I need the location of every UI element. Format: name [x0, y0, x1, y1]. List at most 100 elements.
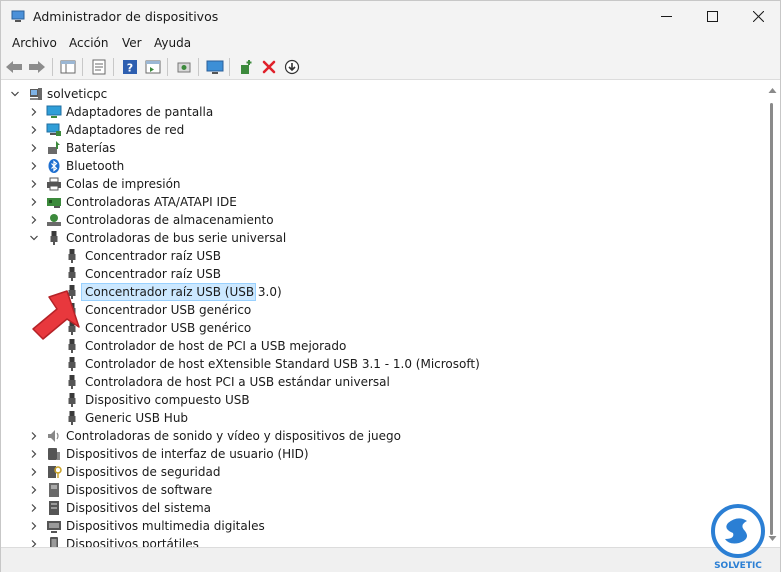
scan-hardware-button[interactable]	[205, 57, 225, 77]
properties-button[interactable]	[89, 57, 109, 77]
scrollbar-thumb[interactable]	[770, 103, 773, 535]
add-driver-button[interactable]	[236, 57, 256, 77]
chevron-right-icon[interactable]	[28, 520, 40, 532]
chevron-right-icon[interactable]	[28, 196, 40, 208]
tree-item-adaptadores-red[interactable]: Adaptadores de red	[1, 121, 761, 139]
tree-child-label: Concentrador raíz USB (USB 3.0)	[85, 285, 282, 299]
tree-child-usb-device[interactable]: Controlador de host de PCI a USB mejorad…	[1, 337, 761, 355]
tree-item-hid[interactable]: Dispositivos de interfaz de usuario (HID…	[1, 445, 761, 463]
close-icon	[752, 11, 764, 22]
usb-icon	[50, 231, 58, 245]
usb-icon	[68, 375, 76, 389]
chevron-right-icon[interactable]	[28, 430, 40, 442]
update-driver-button[interactable]	[174, 57, 194, 77]
tree-item-software[interactable]: Dispositivos de software	[1, 481, 761, 499]
menu-ayuda[interactable]: Ayuda	[154, 36, 191, 50]
tree-child-usb-device[interactable]: Generic USB Hub	[1, 409, 761, 427]
close-button[interactable]	[735, 1, 781, 32]
tree-child-label: Concentrador USB genérico	[85, 303, 252, 317]
tree-item-colas-impresion[interactable]: Colas de impresión	[1, 175, 761, 193]
show-hide-console-tree-button[interactable]	[58, 57, 78, 77]
disable-device-button[interactable]	[282, 57, 302, 77]
chevron-right-icon[interactable]	[28, 484, 40, 496]
bluetooth-icon	[48, 159, 60, 173]
tree-root-label: solveticpc	[47, 87, 108, 101]
chevron-right-icon[interactable]	[28, 448, 40, 460]
tree-child-usb-device[interactable]: Concentrador raíz USB	[1, 247, 761, 265]
action-pane-button[interactable]	[143, 57, 163, 77]
tree-item-label: Dispositivos del sistema	[66, 501, 212, 515]
tree-item-bluetooth[interactable]: Bluetooth	[1, 157, 761, 175]
tree-item-label: Dispositivos de interfaz de usuario (HID…	[66, 447, 309, 461]
action-pane-icon	[145, 60, 161, 74]
update-driver-icon	[177, 62, 191, 73]
chevron-right-icon[interactable]	[28, 160, 40, 172]
tree-child-usb-device[interactable]: Concentrador USB genérico	[1, 301, 761, 319]
usb-icon	[68, 411, 76, 425]
tree-child-label: Controlador de host de PCI a USB mejorad…	[85, 339, 347, 353]
tree-child-label: Controladora de host PCI a USB estándar …	[85, 375, 390, 389]
red-x-icon	[262, 60, 276, 74]
device-manager-window: Administrador de dispositivos Archivo Ac…	[0, 0, 781, 572]
speaker-icon	[48, 430, 59, 442]
hid-icon	[48, 448, 60, 460]
tree-child-label: Dispositivo compuesto USB	[85, 393, 250, 407]
minimize-button[interactable]	[643, 1, 689, 32]
tree-child-label: Generic USB Hub	[85, 411, 189, 425]
tree-item-controladoras-almacenamiento[interactable]: Controladoras de almacenamiento	[1, 211, 761, 229]
tree-item-controladoras-ata[interactable]: Controladoras ATA/ATAPI IDE	[1, 193, 761, 211]
usb-icon	[68, 267, 76, 281]
security-icon	[48, 466, 62, 478]
tree-item-sonido-video[interactable]: Controladoras de sonido y vídeo y dispos…	[1, 427, 761, 445]
chevron-right-icon[interactable]	[28, 178, 40, 190]
chevron-right-icon[interactable]	[28, 124, 40, 136]
maximize-button[interactable]	[689, 1, 735, 32]
watermark-text: SOLVETIC	[714, 561, 762, 571]
tree-item-sistema[interactable]: Dispositivos del sistema	[1, 499, 761, 517]
tree-item-controladoras-usb[interactable]: Controladoras de bus serie universal	[1, 229, 761, 247]
console-tree-icon	[60, 60, 76, 74]
tree-item-seguridad[interactable]: Dispositivos de seguridad	[1, 463, 761, 481]
tree-child-usb-device[interactable]: Controladora de host PCI a USB estándar …	[1, 373, 761, 391]
maximize-icon	[706, 11, 718, 22]
tree-child-label: Concentrador raíz USB	[85, 249, 221, 263]
tree-item-portatiles[interactable]: Dispositivos portátiles	[1, 535, 761, 547]
tree-item-label: Adaptadores de pantalla	[66, 105, 214, 119]
tree-child-usb-device[interactable]: Concentrador raíz USB	[1, 265, 761, 283]
toolbar-separator	[82, 58, 83, 76]
chevron-down-icon[interactable]	[28, 232, 40, 244]
tree-child-usb-device[interactable]: Controlador de host eXtensible Standard …	[1, 355, 761, 373]
vertical-scrollbar[interactable]	[765, 81, 780, 547]
uninstall-device-button[interactable]	[259, 57, 279, 77]
chevron-right-icon[interactable]	[28, 106, 40, 118]
tree-item-multimedia[interactable]: Dispositivos multimedia digitales	[1, 517, 761, 535]
menu-archivo[interactable]: Archivo	[12, 36, 57, 50]
multimedia-icon	[47, 521, 61, 533]
tree-child-usb-device-selected[interactable]: Concentrador raíz USB (USB 3.0)	[1, 283, 761, 301]
tree-child-label: Controlador de host eXtensible Standard …	[85, 357, 480, 371]
tree-child-label: Concentrador USB genérico	[85, 321, 252, 335]
tree-child-usb-device[interactable]: Dispositivo compuesto USB	[1, 391, 761, 409]
chevron-right-icon[interactable]	[28, 214, 40, 226]
chevron-right-icon[interactable]	[28, 466, 40, 478]
chevron-down-icon[interactable]	[9, 88, 21, 100]
status-bar	[1, 547, 780, 572]
tree-root[interactable]: solveticpc	[1, 85, 761, 103]
forward-button[interactable]	[27, 57, 47, 77]
chevron-right-icon[interactable]	[28, 538, 40, 547]
chevron-right-icon[interactable]	[28, 142, 40, 154]
computer-icon	[30, 88, 42, 100]
scroll-up-arrow-icon[interactable]	[768, 87, 777, 94]
back-button[interactable]	[4, 57, 24, 77]
tree-item-adaptadores-pantalla[interactable]: Adaptadores de pantalla	[1, 103, 761, 121]
system-device-icon	[49, 501, 59, 515]
help-button[interactable]: ?	[120, 57, 140, 77]
menu-accion[interactable]: Acción	[69, 36, 108, 50]
chevron-right-icon[interactable]	[28, 502, 40, 514]
tree-item-label: Baterías	[66, 141, 116, 155]
menu-ver[interactable]: Ver	[122, 36, 142, 50]
tree-item-baterias[interactable]: Baterías	[1, 139, 761, 157]
tree-child-usb-device[interactable]: Concentrador USB genérico	[1, 319, 761, 337]
tree-item-label: Controladoras de sonido y vídeo y dispos…	[66, 429, 401, 443]
tree-item-label: Controladoras de almacenamiento	[66, 213, 274, 227]
